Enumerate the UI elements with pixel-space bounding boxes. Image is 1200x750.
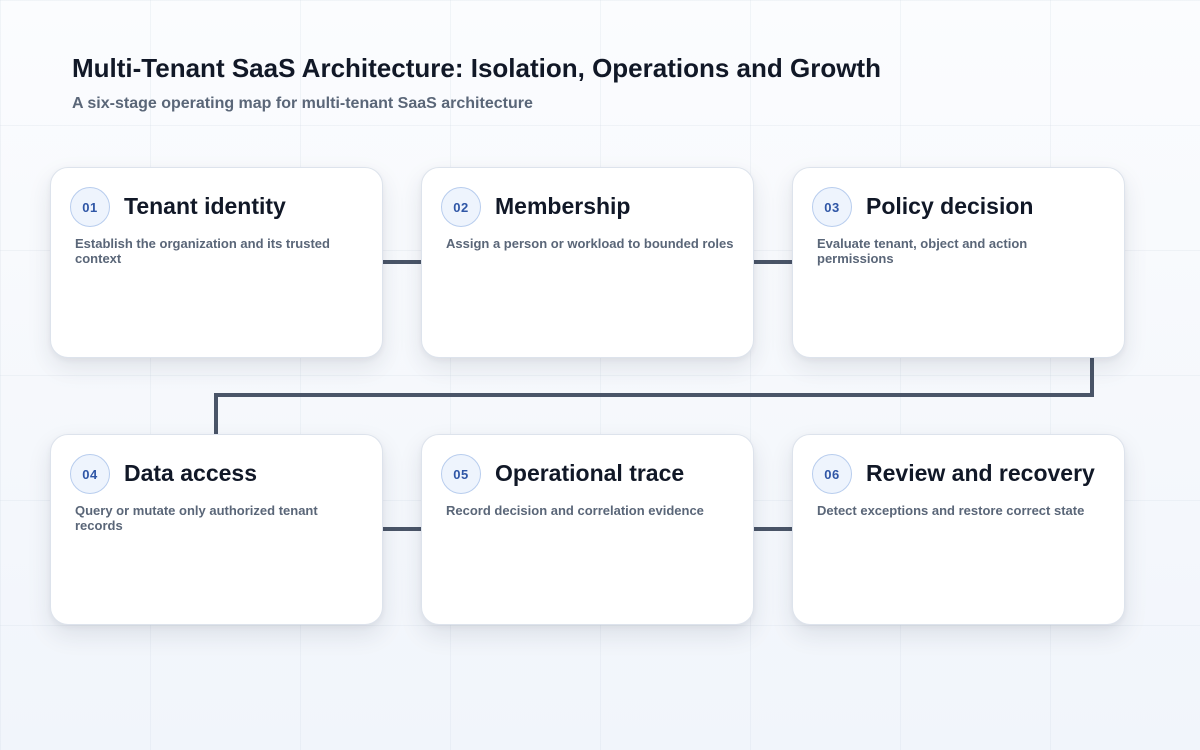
stage-title: Membership xyxy=(495,193,631,219)
stage-title: Operational trace xyxy=(495,460,685,486)
stage-description: Query or mutate only authorized tenant r… xyxy=(75,503,318,533)
stage-title: Tenant identity xyxy=(124,193,286,219)
stage-card-membership[interactable]: 02 Membership Assign a person or workloa… xyxy=(421,167,754,358)
stage-number-badge: 03 xyxy=(812,187,852,227)
stage-number-badge: 06 xyxy=(812,454,852,494)
stage-description: Assign a person or workload to bounded r… xyxy=(446,236,734,251)
stage-title: Data access xyxy=(124,460,257,486)
stage-card-policy-decision[interactable]: 03 Policy decision Evaluate tenant, obje… xyxy=(792,167,1125,358)
stage-description: Record decision and correlation evidence xyxy=(446,503,704,518)
stage-description: Establish the organization and its trust… xyxy=(75,236,330,266)
connector-03-04 xyxy=(214,358,1094,434)
stage-description: Detect exceptions and restore correct st… xyxy=(817,503,1085,518)
stage-card-data-access[interactable]: 04 Data access Query or mutate only auth… xyxy=(50,434,383,625)
stage-title: Review and recovery xyxy=(866,460,1095,486)
stage-description: Evaluate tenant, object and action permi… xyxy=(817,236,1028,266)
connector-lines xyxy=(214,260,1094,531)
stage-number-badge: 05 xyxy=(441,454,481,494)
stage-card-review-and-recovery[interactable]: 06 Review and recovery Detect exceptions… xyxy=(792,434,1125,625)
stage-number-badge: 01 xyxy=(70,187,110,227)
stage-number-badge: 04 xyxy=(70,454,110,494)
stage-number-badge: 02 xyxy=(441,187,481,227)
stage-title: Policy decision xyxy=(866,193,1034,219)
stage-card-operational-trace[interactable]: 05 Operational trace Record decision and… xyxy=(421,434,754,625)
stage-card-tenant-identity[interactable]: 01 Tenant identity Establish the organiz… xyxy=(50,167,383,358)
